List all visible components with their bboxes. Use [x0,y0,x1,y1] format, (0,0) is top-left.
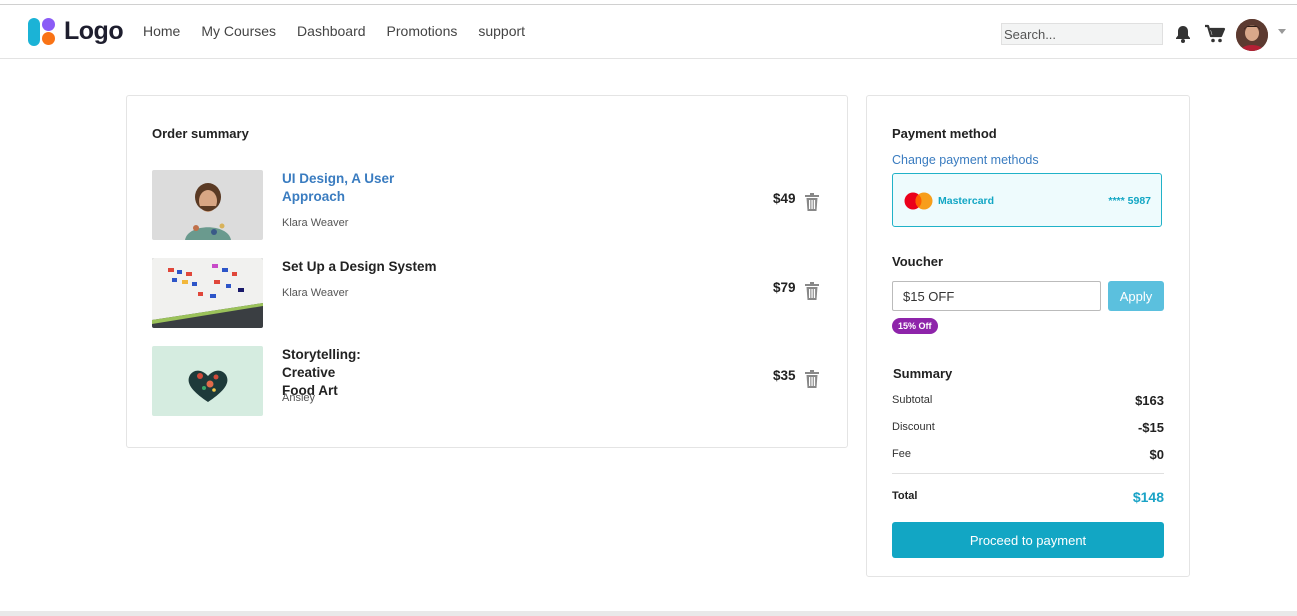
discount-label: Discount [892,421,935,433]
nav-promotions[interactable]: Promotions [387,23,458,39]
card-number: **** 5987 [1108,195,1151,207]
trash-icon[interactable] [804,193,820,216]
discount-value: -$15 [1137,420,1164,435]
list-item: Storytelling: Creative Food Art Ansley $… [152,346,824,416]
scrollbar[interactable] [1287,60,1297,616]
list-item: UI Design, A User Approach Klara Weaver … [152,170,824,240]
course-author: Klara Weaver [282,287,349,299]
course-price: $49 [773,191,796,206]
nav-dashboard[interactable]: Dashboard [297,23,366,39]
top-navbar: Logo Home My Courses Dashboard Promotion… [0,5,1297,59]
nav-my-courses[interactable]: My Courses [201,23,276,39]
logo-text: Logo [64,17,124,45]
user-avatar[interactable] [1236,19,1268,51]
bell-icon[interactable] [1173,24,1193,49]
selected-payment-method[interactable]: Mastercard **** 5987 [892,173,1162,227]
discount-badge: 15% Off [892,318,938,334]
payment-method-title: Payment method [892,126,997,141]
nav-support[interactable]: support [478,23,525,39]
trash-icon[interactable] [804,370,820,393]
card-brand: Mastercard [938,195,995,207]
list-item: Set Up a Design System Klara Weaver $79 [152,258,824,328]
logo[interactable]: Logo [28,17,124,46]
subtotal-label: Subtotal [892,394,933,406]
apply-button[interactable]: Apply [1108,281,1164,311]
course-title[interactable]: Set Up a Design System [282,258,437,276]
summary-title: Summary [893,366,953,381]
mastercard-icon [904,192,934,210]
voucher-title: Voucher [892,254,944,269]
change-payment-link[interactable]: Change payment methods [892,153,1039,167]
voucher-input[interactable] [892,281,1101,311]
logo-mark-icon [28,17,56,46]
search-input[interactable] [1001,23,1163,45]
payment-card: Payment method Change payment methods Ma… [866,95,1190,577]
course-author: Klara Weaver [282,217,349,229]
chevron-down-icon[interactable] [1278,29,1286,34]
trash-icon[interactable] [804,282,820,305]
fee-value: $0 [1149,447,1164,462]
fee-label: Fee [892,448,911,460]
window-bottom-border [0,611,1297,616]
course-price: $79 [773,280,796,295]
course-author: Ansley [282,392,316,404]
subtotal-value: $163 [1135,393,1164,408]
nav-home[interactable]: Home [143,23,180,39]
course-price: $35 [773,368,796,383]
course-thumbnail[interactable] [152,258,263,328]
proceed-to-payment-button[interactable]: Proceed to payment [892,522,1164,558]
course-thumbnail[interactable] [152,346,263,416]
order-summary-title: Order summary [152,126,249,141]
total-label: Total [892,490,918,502]
course-title-link[interactable]: UI Design, A User Approach [282,170,412,206]
total-value: $148 [1132,489,1164,505]
order-summary-card: Order summary UI Design, A User Approach… [126,95,848,448]
divider [892,473,1164,474]
course-thumbnail[interactable] [152,170,263,240]
main-nav: Home My Courses Dashboard Promotions sup… [143,23,525,39]
cart-icon[interactable] [1204,24,1226,49]
